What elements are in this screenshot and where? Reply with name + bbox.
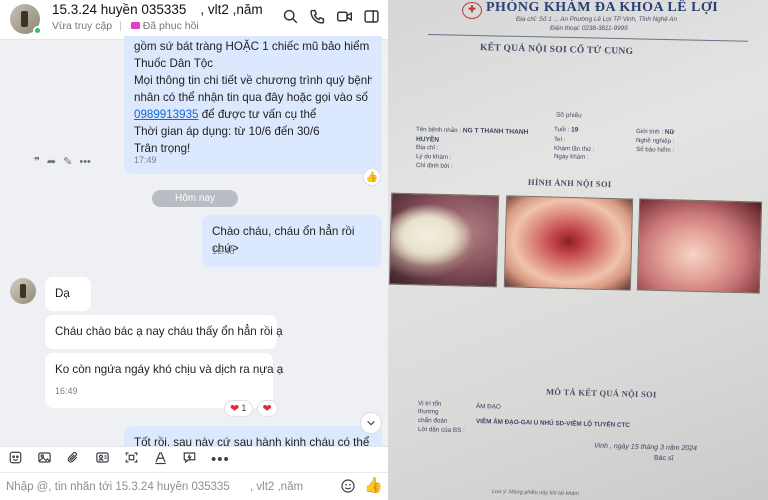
phone-icon[interactable] xyxy=(309,8,326,30)
quick-message-icon[interactable] xyxy=(182,450,197,470)
message-time: 17:49 xyxy=(134,155,157,165)
last-seen-text: Vừa truy cập xyxy=(52,20,113,32)
ticket-number-label: Số phiếu xyxy=(555,111,582,120)
message-text: Chào cháu, cháu ổn hẳn rồi chứ> xyxy=(212,225,355,255)
avatar[interactable] xyxy=(10,278,36,304)
chat-panel: 15.3.24 huyền 035335, vlt2 ,năm Vừa truy… xyxy=(0,0,388,500)
reaction-count[interactable]: ❤ 1 xyxy=(224,400,253,417)
format-icon[interactable] xyxy=(153,450,168,470)
occupation-field: Nghề nghiệp : xyxy=(635,137,675,146)
reactions: ❤ 1 ❤ xyxy=(224,400,278,417)
search-icon[interactable] xyxy=(282,8,299,30)
screenshot-icon[interactable] xyxy=(124,450,139,470)
clinic-phone: Điện thoại: 0238-3811-9999 xyxy=(550,25,628,32)
chevron-down-icon xyxy=(367,420,375,426)
conversation-title[interactable]: 15.3.24 huyền 035335, vlt2 ,năm xyxy=(52,2,263,17)
header-actions xyxy=(282,8,380,30)
sticker-icon[interactable] xyxy=(8,450,23,470)
endoscopy-image-3 xyxy=(636,198,763,294)
label-tag-icon xyxy=(130,22,140,29)
diagnosis-label: chẩn đoán xyxy=(417,417,448,425)
gender-field: Giới tính : Nữ xyxy=(635,128,675,137)
endoscopy-image-1 xyxy=(388,192,500,288)
message-actions: ❞ ➦ ✎ ••• xyxy=(34,155,91,169)
message-bubble-theirs[interactable]: Dạ xyxy=(45,277,91,311)
add-reaction-button[interactable]: ❤ xyxy=(256,400,278,417)
more-icon[interactable]: ••• xyxy=(211,452,230,467)
compose-area: , vlt2 ,năm 👍 xyxy=(0,472,388,500)
report-paper: ✚ PHÒNG KHÁM ĐA KHOA LÊ LỢI Địa chỉ: Số … xyxy=(388,0,768,500)
age-field: Tuổi : 19 xyxy=(553,126,579,134)
message-text: Ko còn ngứa ngáy khó chịu và dịch ra nựa… xyxy=(55,363,284,376)
patient-name-cont: HUYỀN xyxy=(415,136,440,144)
images-section-title: HÌNH ẢNH NỘI SOI xyxy=(527,176,612,190)
message-bubble-mine[interactable]: gồm sứ bát tràng HOẶC 1 chiếc mũ bảo hiể… xyxy=(124,36,382,174)
insurance-field: Số bảo hiểm : xyxy=(635,146,675,154)
message-bubble-theirs[interactable]: Cháu chào bác ạ nay cháu thấy ổn hẳn rồi… xyxy=(45,315,283,349)
lesion-location-value: ÂM ĐẠO xyxy=(475,403,501,411)
patient-name-field: Tên bệnh nhân : NG T THANH THANH xyxy=(415,126,529,136)
lesion-location-label: Vị trí tổn xyxy=(417,400,442,408)
heart-icon: ❤ xyxy=(230,403,240,415)
report-footnote: Lưu ý: Mang phiếu này khi tái khám xyxy=(491,488,580,498)
phone-link[interactable]: 0989913935 xyxy=(134,108,198,121)
clinic-name: PHÒNG KHÁM ĐA KHOA LÊ LỢI xyxy=(486,0,719,15)
date-separator: Hôm nay xyxy=(152,190,238,207)
chat-header: 15.3.24 huyền 035335, vlt2 ,năm Vừa truy… xyxy=(0,0,388,40)
message-time: 16:49 xyxy=(55,386,78,396)
attach-icon[interactable] xyxy=(66,450,81,470)
address-field: Địa chỉ : xyxy=(415,144,439,152)
contact-card-icon[interactable] xyxy=(95,450,110,470)
quote-icon[interactable]: ❞ xyxy=(34,155,40,168)
description-section-title: MÔ TẢ KẾT QUẢ NỘI SOI xyxy=(545,386,657,400)
scroll-down-button[interactable] xyxy=(360,412,382,434)
visit-number-field: Khám lần thứ : xyxy=(553,145,595,154)
emoji-icon[interactable] xyxy=(340,478,356,494)
visit-date-field: Ngày khám : xyxy=(553,153,589,161)
video-icon[interactable] xyxy=(336,8,353,30)
sidebar-toggle-icon[interactable] xyxy=(363,8,380,30)
label-tag[interactable]: Đã phục hồi xyxy=(143,20,199,32)
clinic-address: Địa chỉ: Số 1 ... An Phường Lê Lợi TP Vi… xyxy=(516,16,677,23)
online-status-dot xyxy=(33,26,42,35)
phone-field: Tel : xyxy=(553,136,566,144)
message-input-placeholder-suffix: , vlt2 ,năm xyxy=(250,481,304,493)
reaction-icon[interactable]: ✎ xyxy=(63,155,72,168)
image-icon[interactable] xyxy=(37,450,52,470)
message-text: Dạ xyxy=(55,287,70,300)
endoscopy-image-2 xyxy=(503,195,634,291)
header-divider xyxy=(427,34,748,42)
doctor-advice-label: Lời dặn của BS : xyxy=(417,426,465,435)
lesion-location-label-cont: thương xyxy=(417,408,439,416)
referrer-field: Chỉ định bởi : xyxy=(415,162,453,170)
thumbs-up-icon[interactable]: 👍 xyxy=(364,476,383,494)
clinic-logo: ✚ xyxy=(462,2,482,19)
heart-icon: ❤ xyxy=(262,403,272,415)
signature-role: Bác sĩ xyxy=(653,454,674,463)
report-title: KẾT QUẢ NỘI SOI CỔ TỬ CUNG xyxy=(479,42,634,58)
conversation-status: Vừa truy cập | Đã phục hồi xyxy=(52,20,199,32)
message-bubble-mine[interactable]: Chào cháu, cháu ổn hẳn rồi chứ> 16:48 xyxy=(202,215,382,267)
forward-icon[interactable]: ➦ xyxy=(47,155,56,168)
compose-toolbar: ••• xyxy=(0,446,388,472)
medical-report-photo: ✚ PHÒNG KHÁM ĐA KHOA LÊ LỢI Địa chỉ: Số … xyxy=(388,0,768,500)
more-icon[interactable]: ••• xyxy=(79,156,91,168)
message-text: Cháu chào bác ạ nay cháu thấy ổn hẳn rồi… xyxy=(55,325,283,338)
reason-field: Lý do khám : xyxy=(415,153,452,161)
message-time: 16:48 xyxy=(212,246,235,256)
diagnosis-value: VIÊM ÂM ĐẠO-GAI U NHÚ SD-VIÊM LỘ TUYẾN C… xyxy=(475,418,630,430)
signature-date: Vinh , ngày 15 tháng 3 năm 2024 xyxy=(593,442,698,453)
thumbs-up-icon[interactable]: 👍 xyxy=(363,168,381,186)
